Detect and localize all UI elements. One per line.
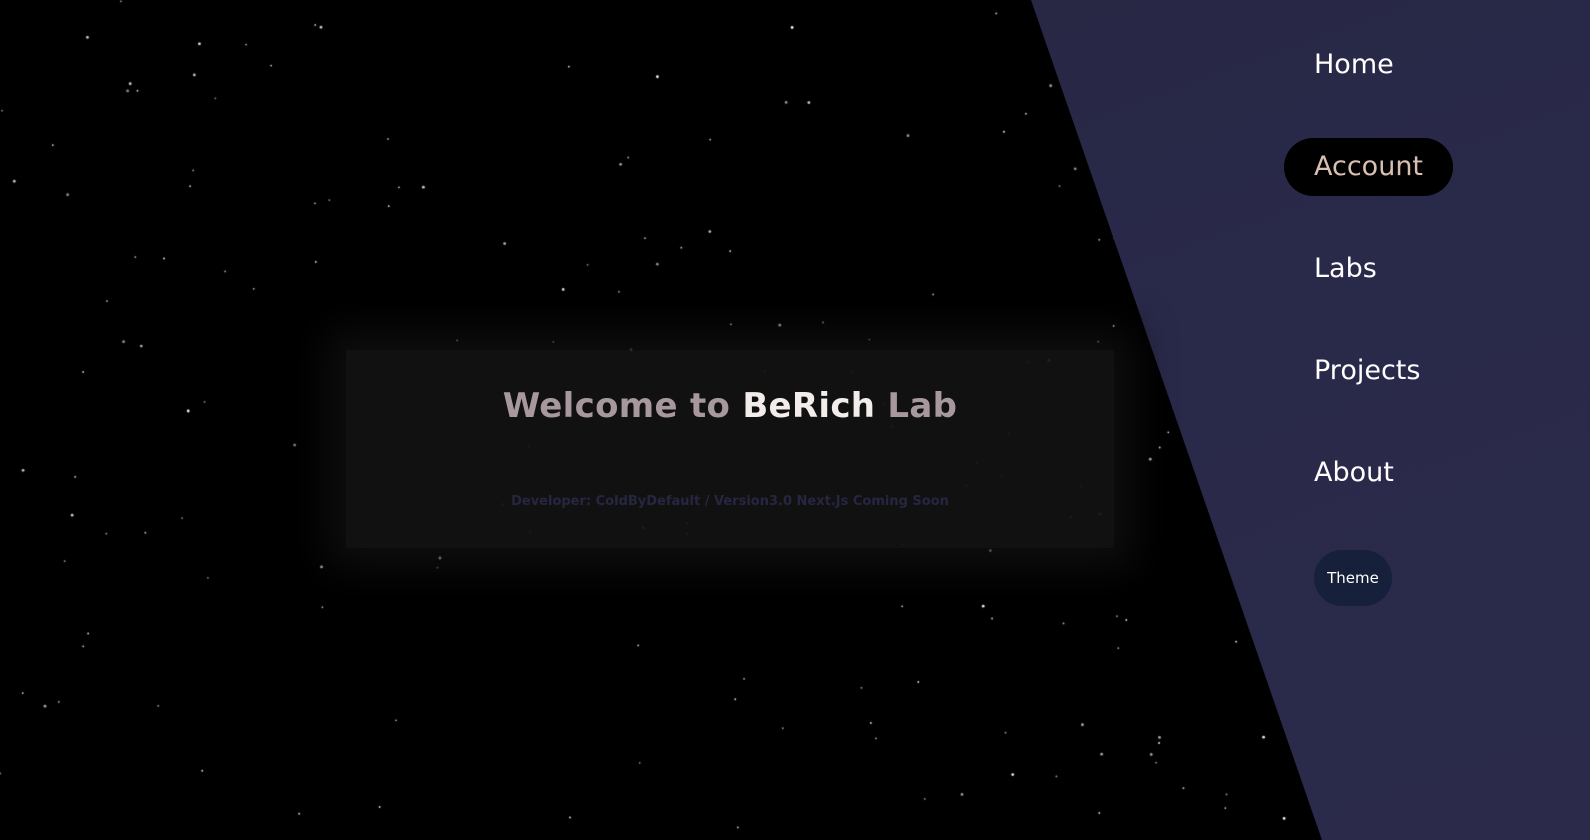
welcome-title-suffix: Lab — [875, 386, 958, 426]
welcome-title-brand: BeRich — [742, 386, 876, 426]
nav-item-account[interactable]: Account — [1284, 138, 1454, 196]
nav-item-projects[interactable]: Projects — [1314, 342, 1420, 400]
welcome-title-prefix: Welcome to — [502, 386, 743, 426]
theme-toggle-button[interactable]: Theme — [1314, 550, 1392, 606]
developer-version-text: Developer: ColdByDefault / Version3.0 Ne… — [511, 494, 949, 509]
nav-item-labs[interactable]: Labs — [1314, 240, 1377, 298]
page: Welcome to BeRich Lab Developer: ColdByD… — [0, 0, 1590, 840]
nav-item-home[interactable]: Home — [1314, 36, 1394, 94]
welcome-card: Welcome to BeRich Lab Developer: ColdByD… — [346, 350, 1114, 548]
welcome-title: Welcome to BeRich Lab — [346, 386, 1114, 426]
nav-item-about[interactable]: About — [1314, 444, 1394, 502]
